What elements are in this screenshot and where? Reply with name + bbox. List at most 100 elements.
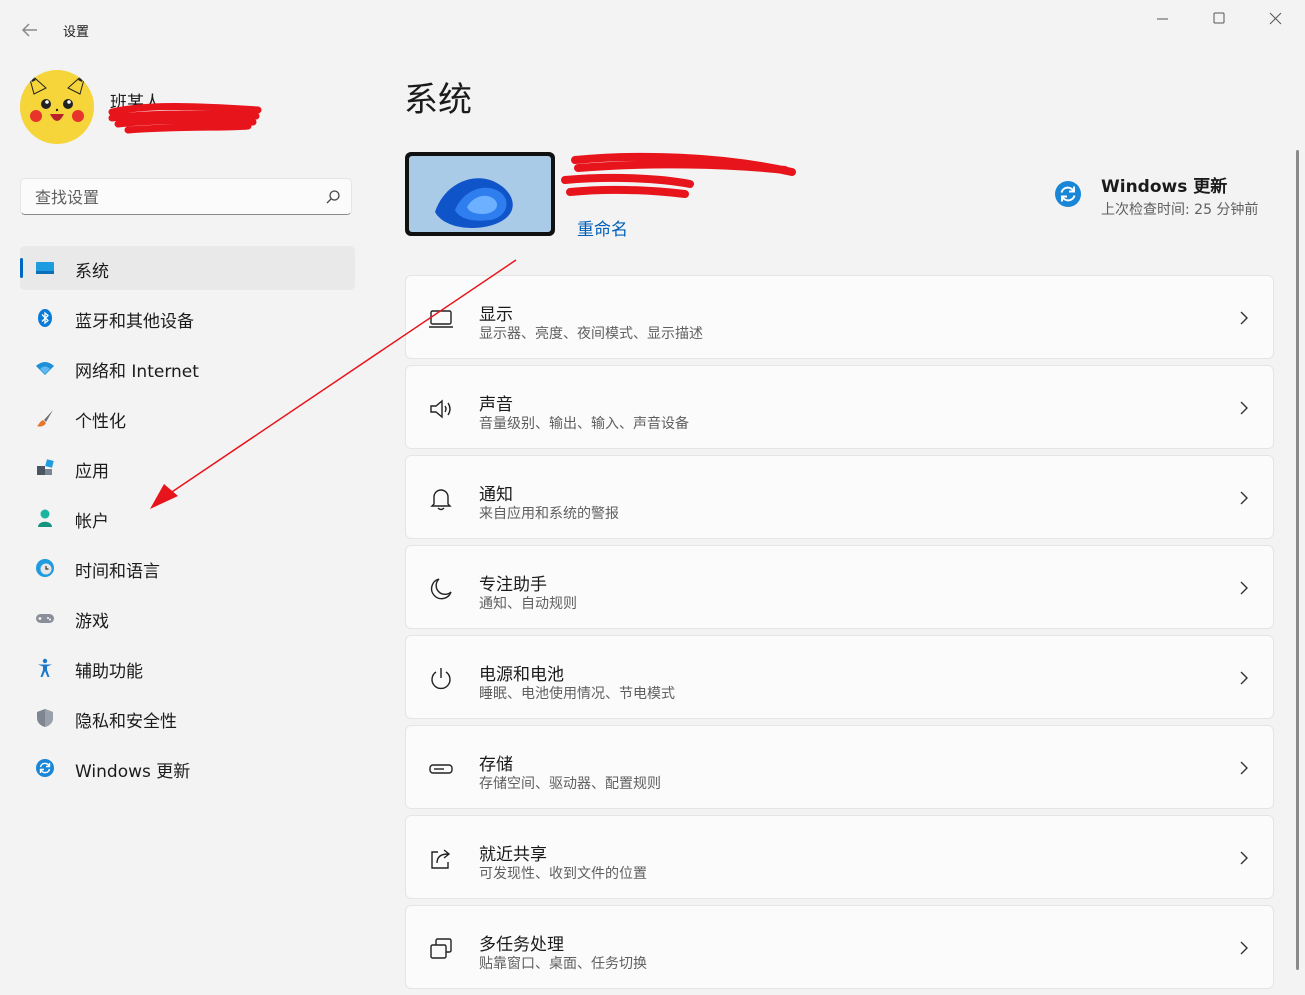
sidebar-item-privacy[interactable]: 隐私和安全性	[20, 696, 355, 740]
sidebar-item-label: 系统	[75, 262, 109, 282]
card-subtitle: 可发现性、收到文件的位置	[479, 866, 647, 882]
settings-card-multitasking[interactable]: 多任务处理 贴靠窗口、桌面、任务切换	[405, 905, 1274, 989]
chevron-right-icon	[1240, 671, 1248, 685]
search-icon[interactable]	[325, 189, 341, 205]
card-subtitle: 睡眠、电池使用情况、节电模式	[479, 686, 675, 702]
sidebar-item-network[interactable]: 网络和 Internet	[20, 346, 355, 390]
storage-icon	[429, 764, 453, 774]
share-icon	[431, 849, 451, 869]
settings-card-sound[interactable]: 声音 音量级别、输出、输入、声音设备	[405, 365, 1274, 449]
chevron-right-icon	[1240, 311, 1248, 325]
sidebar-item-accessibility[interactable]: 辅助功能	[20, 646, 355, 690]
card-title: 存储	[479, 755, 513, 775]
sidebar-item-label: 辅助功能	[75, 662, 143, 682]
card-subtitle: 通知、自动规则	[479, 596, 577, 612]
rename-link[interactable]: 重命名	[577, 215, 628, 240]
card-title: 多任务处理	[479, 935, 564, 955]
sidebar-item-windows-update[interactable]: Windows 更新	[20, 746, 355, 790]
settings-list: 显示 显示器、亮度、夜间模式、显示描述 声音 音量级别、输出、输入、声音设备 通…	[405, 275, 1274, 995]
chevron-right-icon	[1240, 491, 1248, 505]
scrollbar[interactable]	[1296, 150, 1299, 970]
settings-card-nearby-sharing[interactable]: 就近共享 可发现性、收到文件的位置	[405, 815, 1274, 899]
settings-card-display[interactable]: 显示 显示器、亮度、夜间模式、显示描述	[405, 275, 1274, 359]
card-title: 显示	[479, 305, 513, 325]
update-title: Windows 更新	[1101, 177, 1228, 197]
account-icon	[38, 509, 52, 527]
settings-card-notifications[interactable]: 通知 来自应用和系统的警报	[405, 455, 1274, 539]
system-icon	[36, 262, 54, 274]
chevron-right-icon	[1240, 761, 1248, 775]
search-input[interactable]	[33, 179, 317, 216]
sidebar-item-time-language[interactable]: 时间和语言	[20, 546, 355, 590]
settings-card-focus-assist[interactable]: 专注助手 通知、自动规则	[405, 545, 1274, 629]
windows-update-status[interactable]: Windows 更新 上次检查时间: 25 分钟前	[1054, 170, 1284, 220]
chevron-right-icon	[1240, 401, 1248, 415]
search-box[interactable]	[20, 178, 352, 216]
sidebar-item-label: 蓝牙和其他设备	[75, 312, 194, 332]
sidebar-item-label: 帐户	[75, 512, 109, 532]
moon-icon	[430, 578, 452, 600]
back-button[interactable]	[18, 18, 42, 42]
sidebar-item-label: 应用	[75, 462, 109, 482]
sidebar-item-bluetooth[interactable]: 蓝牙和其他设备	[20, 296, 355, 340]
maximize-button[interactable]	[1196, 8, 1242, 32]
chevron-right-icon	[1240, 941, 1248, 955]
speaker-icon	[430, 399, 451, 419]
chevron-right-icon	[1240, 851, 1248, 865]
apps-icon	[37, 459, 54, 475]
sidebar-item-label: Windows 更新	[75, 762, 191, 782]
card-title: 声音	[479, 395, 513, 415]
maximize-icon	[1213, 12, 1225, 24]
settings-card-power[interactable]: 电源和电池 睡眠、电池使用情况、节电模式	[405, 635, 1274, 719]
card-subtitle: 来自应用和系统的警报	[479, 506, 619, 522]
card-subtitle: 音量级别、输出、输入、声音设备	[479, 416, 689, 432]
title-bar: 设置	[0, 0, 1305, 48]
settings-card-storage[interactable]: 存储 存储空间、驱动器、配置规则	[405, 725, 1274, 809]
wallpaper-image	[409, 156, 551, 232]
sidebar-nav: 系统 蓝牙和其他设备 网络和 Internet 个性化 应用 帐户 时间和语言 …	[20, 246, 355, 796]
sidebar-item-accounts[interactable]: 帐户	[20, 496, 355, 540]
user-profile[interactable]: 班某人	[20, 70, 360, 150]
accessibility-icon	[38, 658, 52, 677]
app-title: 设置	[63, 25, 90, 40]
card-subtitle: 存储空间、驱动器、配置规则	[479, 776, 661, 792]
sidebar-item-label: 个性化	[75, 412, 126, 432]
update-icon	[36, 759, 54, 777]
sidebar-item-apps[interactable]: 应用	[20, 446, 355, 490]
avatar[interactable]	[20, 70, 94, 144]
sidebar-item-label: 网络和 Internet	[75, 362, 199, 382]
minimize-icon	[1157, 18, 1168, 20]
update-icon	[1055, 181, 1081, 207]
card-title: 电源和电池	[479, 665, 564, 685]
time-language-icon	[36, 559, 54, 577]
wifi-icon	[36, 362, 54, 375]
close-icon	[1269, 12, 1282, 25]
bluetooth-icon	[38, 309, 52, 327]
card-title: 专注助手	[479, 575, 547, 595]
brush-icon	[37, 410, 53, 427]
redaction-scribble	[561, 152, 796, 198]
sidebar-item-gaming[interactable]: 游戏	[20, 596, 355, 640]
chevron-right-icon	[1240, 581, 1248, 595]
update-last-checked: 上次检查时间: 25 分钟前	[1101, 202, 1259, 218]
sidebar-item-label: 游戏	[75, 612, 109, 632]
card-title: 通知	[479, 485, 513, 505]
close-button[interactable]	[1252, 8, 1298, 32]
card-title: 就近共享	[479, 845, 547, 865]
redaction-scribble	[108, 103, 262, 134]
sidebar-item-label: 时间和语言	[75, 562, 160, 582]
display-icon	[429, 310, 453, 328]
shield-icon	[37, 709, 53, 727]
sidebar-item-label: 隐私和安全性	[75, 712, 177, 732]
device-thumbnail	[405, 152, 555, 236]
sidebar-item-system[interactable]: 系统	[20, 246, 355, 290]
card-subtitle: 显示器、亮度、夜间模式、显示描述	[479, 326, 703, 342]
power-icon	[431, 668, 451, 690]
page-title: 系统	[404, 80, 472, 120]
avatar-image	[20, 70, 94, 144]
sidebar-item-personalization[interactable]: 个性化	[20, 396, 355, 440]
back-arrow-icon	[21, 23, 37, 37]
multitask-icon	[430, 938, 452, 959]
bell-icon	[430, 489, 452, 511]
minimize-button[interactable]	[1140, 8, 1186, 32]
